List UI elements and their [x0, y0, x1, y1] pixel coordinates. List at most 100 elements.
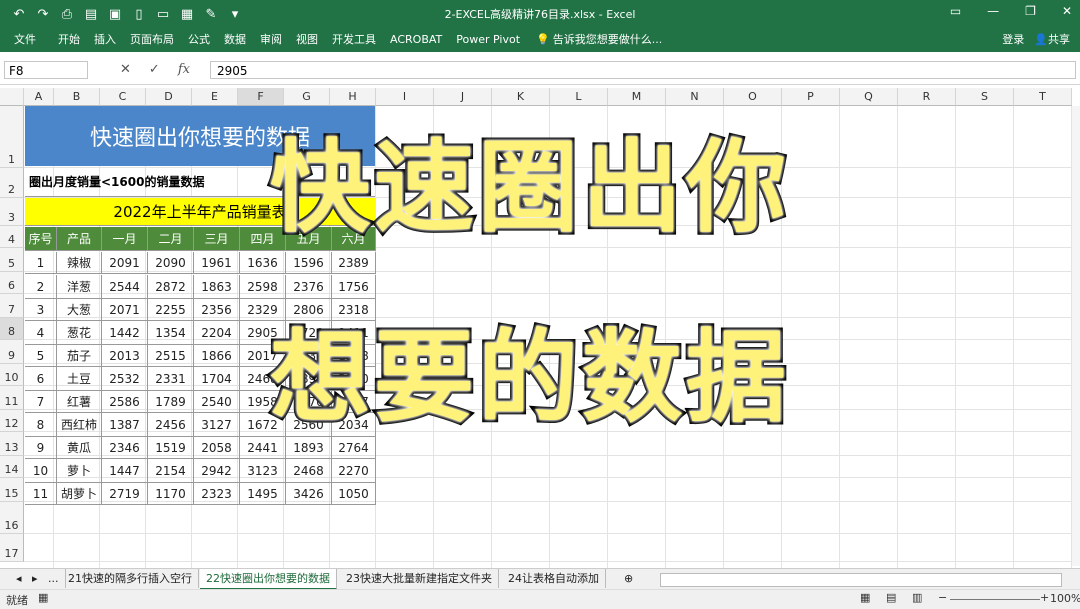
row-header-2[interactable]: 2 — [0, 168, 24, 198]
row-header-16[interactable]: 16 — [0, 502, 24, 534]
table-cell[interactable]: 1596 — [286, 252, 332, 274]
row-header-15[interactable]: 15 — [0, 478, 24, 502]
table-cell[interactable]: 1961 — [194, 252, 240, 274]
column-header-M[interactable]: M — [608, 88, 666, 106]
zoom-in-icon[interactable]: + — [1040, 591, 1049, 604]
table-cell[interactable]: 2441 — [240, 437, 286, 459]
table-cell[interactable]: 2468 — [286, 459, 332, 483]
column-header-H[interactable]: H — [330, 88, 376, 106]
sheet-tab-23[interactable]: 23快速大批量新建指定文件夹 — [340, 569, 499, 588]
table-cell[interactable]: 大葱 — [57, 299, 102, 321]
formula-input[interactable]: 2905 — [210, 61, 1076, 79]
table-cell[interactable]: 胡萝卜 — [57, 483, 102, 505]
row-header-7[interactable]: 7 — [0, 294, 24, 318]
tab-power-pivot[interactable]: Power Pivot — [456, 33, 520, 46]
enter-icon[interactable]: ✓ — [149, 62, 160, 77]
table-cell[interactable]: 2346 — [102, 437, 148, 459]
table-cell[interactable]: 1170 — [148, 483, 194, 505]
table-cell[interactable]: 9 — [25, 437, 57, 459]
table-header-cell[interactable]: 一月 — [102, 227, 148, 251]
horizontal-scrollbar[interactable] — [660, 573, 1062, 587]
column-header-C[interactable]: C — [100, 88, 146, 106]
zoom-out-icon[interactable]: − — [938, 591, 947, 604]
table-cell[interactable]: 辣椒 — [57, 252, 102, 274]
row-header-5[interactable]: 5 — [0, 248, 24, 272]
column-header-I[interactable]: I — [376, 88, 434, 106]
table-cell[interactable]: 2 — [25, 275, 57, 299]
table-cell[interactable]: 5 — [25, 345, 57, 367]
table-cell[interactable]: 11 — [25, 483, 57, 505]
column-header-Q[interactable]: Q — [840, 88, 898, 106]
table-cell[interactable]: 1447 — [102, 459, 148, 483]
tab-insert[interactable]: 插入 — [94, 31, 116, 47]
table-cell[interactable]: 1863 — [194, 275, 240, 299]
table-cell[interactable]: 2872 — [148, 275, 194, 299]
minimize-icon[interactable]: — — [987, 4, 999, 18]
table-cell[interactable]: 2532 — [102, 367, 148, 391]
sheet-tab-22[interactable]: 22快速圈出你想要的数据 — [200, 569, 337, 590]
tab-file[interactable]: 文件 — [14, 31, 36, 47]
restore-icon[interactable]: ❐ — [1025, 4, 1036, 18]
zoom-slider[interactable] — [950, 599, 1040, 600]
column-header-F[interactable]: F — [238, 88, 284, 106]
table-cell[interactable]: 2270 — [332, 459, 376, 483]
column-header-K[interactable]: K — [492, 88, 550, 106]
column-header-E[interactable]: E — [192, 88, 238, 106]
table-cell[interactable]: 1387 — [102, 413, 148, 437]
row-header-8[interactable]: 8 — [0, 318, 24, 340]
vertical-scrollbar[interactable] — [1072, 106, 1080, 566]
zoom-level[interactable]: 100% — [1050, 592, 1080, 605]
table-cell[interactable]: 3426 — [286, 483, 332, 505]
row-header-13[interactable]: 13 — [0, 432, 24, 456]
table-header-cell[interactable]: 产品 — [57, 227, 102, 251]
share-button[interactable]: 👤共享 — [1034, 31, 1070, 47]
name-box[interactable]: F8 — [4, 61, 88, 79]
add-sheet-icon[interactable]: ⊕ — [618, 569, 639, 588]
tab-view[interactable]: 视图 — [296, 31, 318, 47]
table-cell[interactable]: 西红柿 — [57, 413, 102, 437]
row-header-10[interactable]: 10 — [0, 364, 24, 386]
table-cell[interactable]: 2544 — [102, 275, 148, 299]
row-header-6[interactable]: 6 — [0, 272, 24, 294]
table-cell[interactable]: 红薯 — [57, 391, 102, 413]
table-cell[interactable]: 6 — [25, 367, 57, 391]
column-header-R[interactable]: R — [898, 88, 956, 106]
signin-link[interactable]: 登录 — [1002, 31, 1024, 47]
table-cell[interactable]: 2598 — [240, 275, 286, 299]
table-cell[interactable]: 1442 — [102, 321, 148, 345]
close-icon[interactable]: ✕ — [1062, 4, 1072, 18]
cancel-icon[interactable]: ✕ — [120, 62, 131, 77]
table-cell[interactable]: 2323 — [194, 483, 240, 505]
table-cell[interactable]: 1519 — [148, 437, 194, 459]
sheet-tab-21[interactable]: 21快速的隔多行插入空行 — [62, 569, 199, 588]
tab-home[interactable]: 开始 — [58, 31, 80, 47]
table-cell[interactable]: 2389 — [332, 252, 376, 274]
column-header-N[interactable]: N — [666, 88, 724, 106]
column-header-D[interactable]: D — [146, 88, 192, 106]
table-cell[interactable]: 土豆 — [57, 367, 102, 391]
table-cell[interactable]: 2586 — [102, 391, 148, 413]
tab-page-layout[interactable]: 页面布局 — [130, 31, 174, 47]
table-cell[interactable]: 1893 — [286, 437, 332, 459]
tab-developer[interactable]: 开发工具 — [332, 31, 376, 47]
row-header-12[interactable]: 12 — [0, 410, 24, 432]
row-header-1[interactable]: 1 — [0, 106, 24, 168]
select-all-corner[interactable] — [0, 88, 24, 106]
table-cell[interactable]: 1495 — [240, 483, 286, 505]
tab-acrobat[interactable]: ACROBAT — [390, 33, 442, 46]
normal-view-icon[interactable]: ▦ — [860, 591, 870, 604]
table-cell[interactable]: 1 — [25, 252, 57, 274]
table-cell[interactable]: 1050 — [332, 483, 376, 505]
table-cell[interactable]: 黄瓜 — [57, 437, 102, 459]
table-cell[interactable]: 10 — [25, 459, 57, 483]
table-cell[interactable]: 3123 — [240, 459, 286, 483]
table-cell[interactable]: 2071 — [102, 299, 148, 321]
table-cell[interactable]: 2058 — [194, 437, 240, 459]
next-sheet-icon[interactable]: ▸ — [26, 569, 44, 588]
row-header-4[interactable]: 4 — [0, 226, 24, 248]
row-header-17[interactable]: 17 — [0, 534, 24, 562]
column-header-G[interactable]: G — [284, 88, 330, 106]
ribbon-display-icon[interactable]: ▭ — [950, 4, 961, 18]
tab-formulas[interactable]: 公式 — [188, 31, 210, 47]
row-header-3[interactable]: 3 — [0, 198, 24, 226]
